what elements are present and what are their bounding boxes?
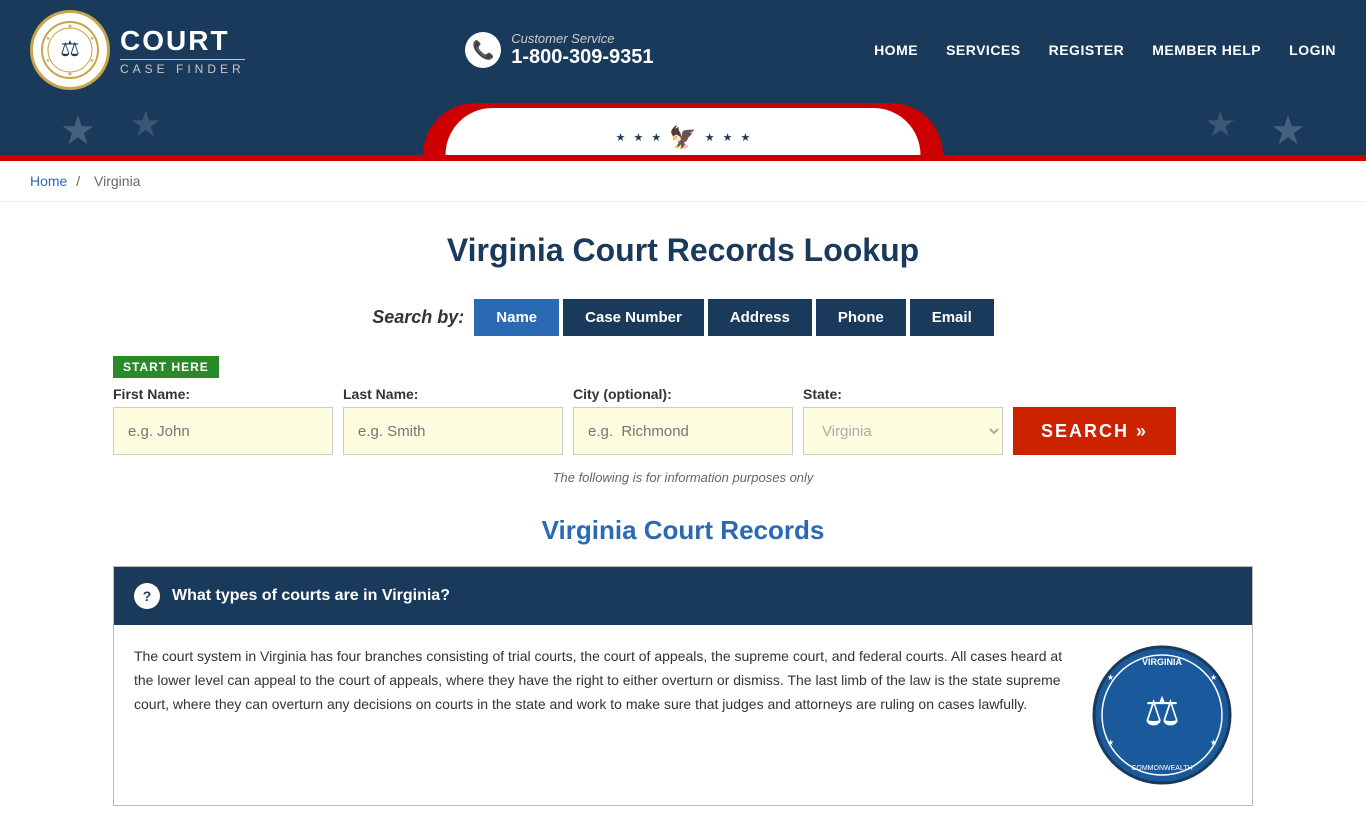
faq-question: What types of courts are in Virginia? [172, 587, 450, 605]
cs-label: Customer Service [511, 31, 653, 46]
logo-circle: ★ ★ ★ ★ ★ ★ ⚖ [30, 10, 110, 90]
cs-info: Customer Service 1-800-309-9351 [511, 31, 653, 69]
faq-header[interactable]: ? What types of courts are in Virginia? [114, 567, 1252, 625]
last-name-input[interactable] [343, 407, 563, 455]
main-nav: HOME SERVICES REGISTER MEMBER HELP LOGIN [874, 42, 1336, 58]
eagle-symbol: 🦅 [669, 125, 696, 151]
nav-register[interactable]: REGISTER [1049, 42, 1125, 58]
tab-email[interactable]: Email [910, 299, 994, 336]
svg-text:★: ★ [1107, 738, 1114, 747]
state-select[interactable]: Virginia Alabama Alaska Arizona Californ… [803, 407, 1003, 455]
search-form-area: START HERE First Name: Last Name: City (… [113, 356, 1253, 455]
svg-text:⚖: ⚖ [60, 36, 80, 61]
faq-icon: ? [134, 583, 160, 609]
breadcrumb-home[interactable]: Home [30, 173, 67, 189]
start-here-badge: START HERE [113, 356, 1253, 386]
svg-text:★: ★ [1210, 673, 1217, 682]
star-deco-3: ★ [1205, 105, 1236, 145]
search-by-label: Search by: [372, 307, 464, 328]
star-left-1: ★ [616, 131, 626, 144]
logo-case-finder: CASE FINDER [120, 59, 245, 76]
first-name-label: First Name: [113, 386, 333, 402]
nav-member-help[interactable]: MEMBER HELP [1152, 42, 1261, 58]
white-arch: ★ ★ ★ 🦅 ★ ★ ★ [446, 108, 921, 155]
faq-text: The court system in Virginia has four br… [134, 645, 1072, 716]
eagle-stars-row: ★ ★ ★ 🦅 ★ ★ ★ [616, 125, 751, 151]
first-name-input[interactable] [113, 407, 333, 455]
virginia-seal: VIRGINIA COMMONWEALTH ★ ★ ★ ★ ⚖ [1092, 645, 1232, 785]
site-header: ★ ★ ★ ★ ★ ★ ⚖ COURT CASE FINDER 📞 Custom… [0, 0, 1366, 100]
star-right-3: ★ [740, 131, 750, 144]
svg-text:⚖: ⚖ [1144, 690, 1180, 734]
customer-service: 📞 Customer Service 1-800-309-9351 [465, 31, 653, 69]
last-name-label: Last Name: [343, 386, 563, 402]
page-title: Virginia Court Records Lookup [113, 232, 1253, 269]
star-left-3: ★ [651, 131, 661, 144]
breadcrumb-separator: / [76, 173, 80, 189]
last-name-field-group: Last Name: [343, 386, 563, 455]
state-field-group: State: Virginia Alabama Alaska Arizona C… [803, 386, 1003, 455]
logo-court: COURT [120, 25, 245, 57]
section-title: Virginia Court Records [113, 515, 1253, 546]
search-fields: First Name: Last Name: City (optional): … [113, 386, 1253, 455]
search-by-row: Search by: Name Case Number Address Phon… [113, 299, 1253, 336]
search-button[interactable]: SEARCH » [1013, 407, 1176, 455]
star-deco-4: ★ [1270, 108, 1306, 154]
star-deco-2: ★ [130, 105, 161, 145]
faq-item: ? What types of courts are in Virginia? … [113, 566, 1253, 806]
main-content: Virginia Court Records Lookup Search by:… [83, 202, 1283, 826]
tab-phone[interactable]: Phone [816, 299, 906, 336]
svg-text:★: ★ [67, 71, 72, 78]
star-right-1: ★ [705, 131, 715, 144]
city-label: City (optional): [573, 386, 793, 402]
phone-icon: 📞 [465, 32, 501, 68]
nav-home[interactable]: HOME [874, 42, 918, 58]
tab-case-number[interactable]: Case Number [563, 299, 704, 336]
nav-login[interactable]: LOGIN [1289, 42, 1336, 58]
svg-text:★: ★ [90, 58, 95, 64]
svg-text:★: ★ [1210, 738, 1217, 747]
logo-text: COURT CASE FINDER [120, 25, 245, 76]
city-field-group: City (optional): [573, 386, 793, 455]
star-deco-1: ★ [60, 108, 96, 154]
svg-text:★: ★ [67, 23, 72, 30]
cs-number: 1-800-309-9351 [511, 46, 653, 69]
disclaimer: The following is for information purpose… [113, 470, 1253, 485]
svg-text:COMMONWEALTH: COMMONWEALTH [1131, 765, 1192, 772]
logo-area: ★ ★ ★ ★ ★ ★ ⚖ COURT CASE FINDER [30, 10, 245, 90]
svg-text:★: ★ [90, 36, 95, 42]
state-label: State: [803, 386, 1003, 402]
svg-text:VIRGINIA: VIRGINIA [1142, 657, 1183, 667]
first-name-field-group: First Name: [113, 386, 333, 455]
banner-area: ★ ★ ★ ★ ★ ★ ★ 🦅 ★ ★ ★ [0, 100, 1366, 155]
city-input[interactable] [573, 407, 793, 455]
breadcrumb-current: Virginia [94, 173, 140, 189]
svg-text:★: ★ [46, 58, 51, 64]
star-right-2: ★ [723, 131, 733, 144]
star-left-2: ★ [634, 131, 644, 144]
faq-body: The court system in Virginia has four br… [114, 625, 1252, 805]
svg-text:★: ★ [1107, 673, 1114, 682]
tab-name[interactable]: Name [474, 299, 559, 336]
nav-services[interactable]: SERVICES [946, 42, 1021, 58]
tab-address[interactable]: Address [708, 299, 812, 336]
svg-text:★: ★ [46, 36, 51, 42]
breadcrumb: Home / Virginia [0, 161, 1366, 202]
search-tabs: Name Case Number Address Phone Email [474, 299, 993, 336]
